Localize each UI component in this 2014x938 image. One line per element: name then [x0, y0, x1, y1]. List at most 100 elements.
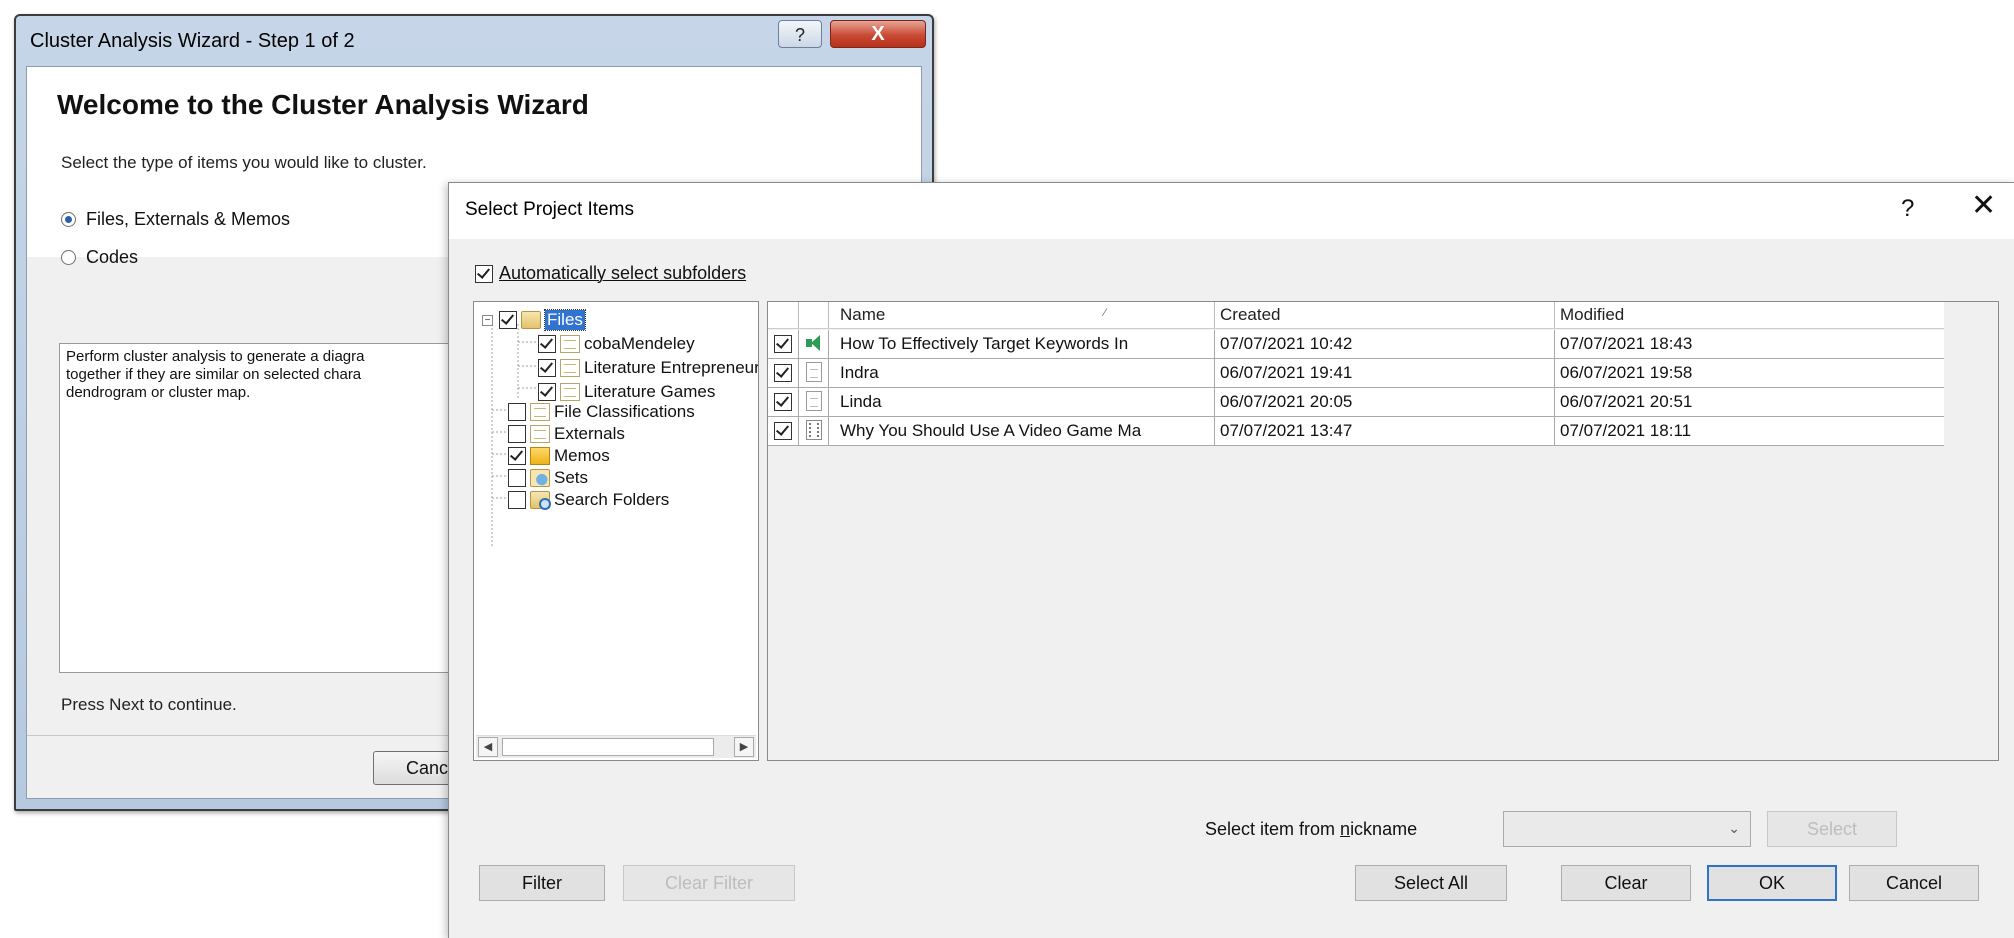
- nickname-label-post: ickname: [1350, 819, 1418, 839]
- tree-item-literature-entrepreneurship[interactable]: Literature Entrepreneursh: [538, 356, 759, 380]
- classification-icon: [530, 403, 550, 421]
- column-separator: [1214, 302, 1215, 328]
- document-icon: [806, 362, 822, 382]
- clear-button[interactable]: Clear: [1561, 865, 1691, 901]
- radio-codes[interactable]: Codes: [61, 247, 138, 268]
- wizard-description-box: Perform cluster analysis to generate a d…: [59, 343, 479, 673]
- row-created: 07/07/2021 13:47: [1220, 421, 1353, 440]
- help-icon[interactable]: ?: [1901, 195, 1914, 223]
- tree-item-label: Files: [544, 309, 586, 331]
- row-name: Why You Should Use A Video Game Ma: [840, 421, 1142, 440]
- cancel-button[interactable]: Cancel: [1849, 865, 1979, 901]
- table-row[interactable]: Linda 06/07/2021 20:05 06/07/2021 20:51: [768, 388, 1944, 417]
- externals-icon: [530, 425, 550, 443]
- row-modified: 07/07/2021 18:43: [1560, 334, 1693, 353]
- document-icon: [560, 359, 580, 377]
- tree-checkbox[interactable]: [538, 335, 556, 353]
- wizard-footer-text: Press Next to continue.: [61, 695, 237, 714]
- tree-item-label: Literature Entrepreneursh: [584, 358, 759, 377]
- tree-checkbox[interactable]: [499, 311, 517, 329]
- row-modified: 06/07/2021 20:51: [1560, 392, 1693, 411]
- tree-checkbox[interactable]: [508, 447, 526, 465]
- column-separator: [828, 302, 829, 328]
- column-header-modified[interactable]: Modified: [1560, 305, 1624, 325]
- wizard-close-button[interactable]: X: [830, 20, 926, 48]
- wizard-heading: Welcome to the Cluster Analysis Wizard: [57, 89, 589, 120]
- document-icon: [560, 383, 580, 401]
- filter-button[interactable]: Filter: [479, 865, 605, 901]
- column-separator: [1214, 417, 1215, 445]
- column-separator: [1554, 330, 1555, 358]
- items-grid[interactable]: Name ⁄ Created Modified How To Effective…: [767, 301, 1999, 761]
- video-icon: [806, 420, 822, 440]
- select-button[interactable]: Select: [1767, 811, 1897, 847]
- table-row[interactable]: Why You Should Use A Video Game Ma 07/07…: [768, 417, 1944, 446]
- tree-checkbox[interactable]: [508, 403, 526, 421]
- auto-select-subfolders-checkbox[interactable]: Automatically select subfolders: [475, 263, 746, 284]
- column-separator: [828, 388, 829, 416]
- tree-item-label: Search Folders: [554, 490, 670, 509]
- row-checkbox[interactable]: [774, 364, 792, 382]
- wizard-subtitle: Select the type of items you would like …: [61, 153, 427, 172]
- table-row[interactable]: Indra 06/07/2021 19:41 06/07/2021 19:58: [768, 359, 1944, 388]
- tree-item-label: File Classifications: [554, 402, 695, 421]
- select-project-items-dialog: Select Project Items ? ✕ Automatically s…: [448, 182, 2014, 938]
- radio-files-label: Files, Externals & Memos: [86, 209, 291, 229]
- document-icon: [560, 335, 580, 353]
- radio-selected-icon: [61, 212, 76, 227]
- tree-item-sets[interactable]: Sets: [508, 466, 588, 490]
- table-row[interactable]: How To Effectively Target Keywords In 07…: [768, 330, 1944, 359]
- column-separator: [1214, 388, 1215, 416]
- column-separator: [1214, 330, 1215, 358]
- checkbox-checked-icon: [475, 264, 493, 283]
- nickname-label-key: n: [1340, 819, 1351, 839]
- tree-item-label: Memos: [554, 446, 610, 465]
- tree-checkbox[interactable]: [508, 491, 526, 509]
- tree-checkbox[interactable]: [538, 359, 556, 377]
- folder-tree[interactable]: − Files cobaMendeley Literature Entrepre…: [473, 301, 759, 761]
- column-separator: [798, 302, 799, 328]
- column-separator: [1554, 417, 1555, 445]
- tree-item-cobamendeley[interactable]: cobaMendeley: [538, 332, 695, 356]
- scroll-left-icon[interactable]: ◀: [478, 737, 498, 757]
- clear-filter-button[interactable]: Clear Filter: [623, 865, 795, 901]
- scroll-thumb[interactable]: [502, 738, 714, 756]
- row-created: 06/07/2021 20:05: [1220, 392, 1353, 411]
- nickname-dropdown[interactable]: ⌄: [1503, 811, 1751, 847]
- search-folder-icon: [530, 491, 551, 510]
- radio-files-externals-memos[interactable]: Files, Externals & Memos: [61, 209, 290, 230]
- column-header-name[interactable]: Name: [840, 305, 885, 325]
- row-checkbox[interactable]: [774, 422, 792, 440]
- auto-select-label: Automatically select subfolders: [499, 263, 747, 283]
- sets-icon: [530, 469, 550, 487]
- tree-checkbox[interactable]: [538, 383, 556, 401]
- tree-checkbox[interactable]: [508, 425, 526, 443]
- tree-item-file-classifications[interactable]: File Classifications: [508, 400, 695, 424]
- nickname-label: Select item from nickname: [1205, 819, 1417, 840]
- scroll-right-icon[interactable]: ▶: [734, 737, 754, 757]
- tree-horizontal-scrollbar[interactable]: ◀ ▶: [476, 735, 756, 758]
- row-modified: 06/07/2021 19:58: [1560, 363, 1693, 382]
- collapse-icon[interactable]: −: [482, 314, 493, 326]
- tree-item-label: Externals: [554, 424, 625, 443]
- tree-item-memos[interactable]: Memos: [508, 444, 610, 468]
- column-separator: [1214, 359, 1215, 387]
- tree-item-files[interactable]: − Files: [482, 308, 586, 332]
- tree-item-search-folders[interactable]: Search Folders: [508, 488, 669, 512]
- close-icon[interactable]: ✕: [1971, 191, 1996, 221]
- row-name: Linda: [840, 392, 882, 411]
- wizard-help-button[interactable]: ?: [778, 20, 822, 48]
- nickname-label-pre: Select item from: [1205, 819, 1341, 839]
- row-checkbox[interactable]: [774, 335, 792, 353]
- row-checkbox[interactable]: [774, 393, 792, 411]
- dialog-title: Select Project Items: [465, 199, 634, 220]
- column-header-created[interactable]: Created: [1220, 305, 1280, 325]
- wizard-titlebar: Cluster Analysis Wizard - Step 1 of 2 ? …: [16, 16, 932, 66]
- radio-unselected-icon: [61, 250, 76, 265]
- ok-button[interactable]: OK: [1707, 865, 1837, 901]
- tree-checkbox[interactable]: [508, 469, 526, 487]
- row-modified: 07/07/2021 18:11: [1560, 421, 1692, 440]
- sort-ascending-icon: ⁄: [1104, 307, 1106, 319]
- tree-item-externals[interactable]: Externals: [508, 422, 625, 446]
- select-all-button[interactable]: Select All: [1355, 865, 1507, 901]
